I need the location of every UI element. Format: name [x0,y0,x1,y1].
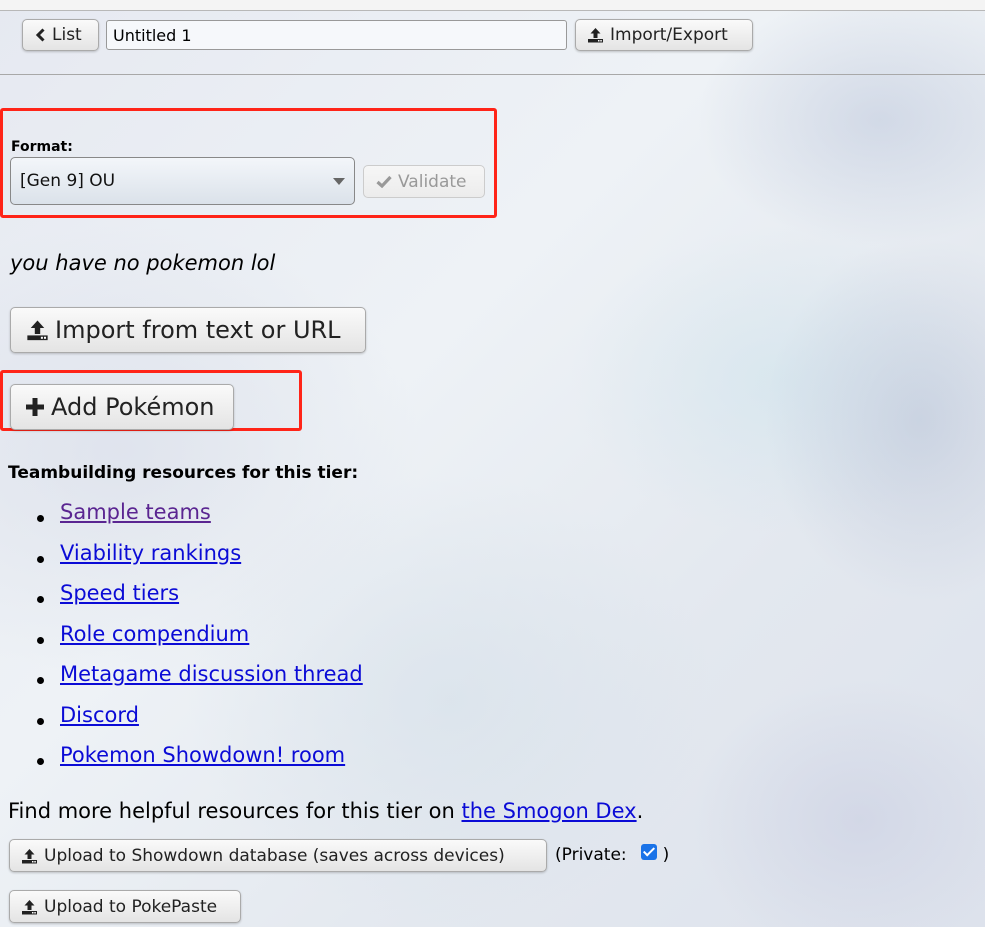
resources-list: Sample teams Viability rankings Speed ti… [0,500,363,784]
list-item: Sample teams [0,500,363,541]
resources-heading: Teambuilding resources for this tier: [8,463,359,483]
upload-icon [26,319,49,341]
chevron-left-icon [35,28,46,42]
empty-team-message: you have no pokemon lol [10,251,276,275]
upload-icon [21,899,38,915]
list-item: Role compendium [0,622,363,663]
sample-teams-link[interactable]: Sample teams [60,500,211,524]
role-compendium-link[interactable]: Role compendium [60,622,249,646]
viability-rankings-link[interactable]: Viability rankings [60,541,241,565]
showdown-room-link[interactable]: Pokemon Showdown! room [60,743,345,767]
add-pokemon-button[interactable]: Add Pokémon [10,384,234,430]
list-button[interactable]: List [22,19,99,51]
list-item: Pokemon Showdown! room [0,743,363,784]
find-more-prefix: Find more helpful resources for this tie… [8,799,462,823]
add-pokemon-label: Add Pokémon [51,393,215,421]
validate-label: Validate [398,171,467,192]
upload-database-button[interactable]: Upload to Showdown database (saves acros… [9,839,547,872]
team-name-input[interactable] [106,20,567,50]
discord-link[interactable]: Discord [60,703,139,727]
list-item: Speed tiers [0,581,363,622]
list-item: Discord [0,703,363,744]
teambuilder-toolbar: List Import/Export [0,11,985,75]
upload-icon [587,27,604,43]
list-button-label: List [52,25,82,45]
format-select[interactable]: [Gen 9] OU [10,157,355,205]
validate-button[interactable]: Validate [363,165,485,198]
smogon-dex-link[interactable]: the Smogon Dex [462,799,637,823]
private-checkbox[interactable] [640,844,657,860]
import-export-label: Import/Export [610,25,728,45]
metagame-discussion-link[interactable]: Metagame discussion thread [60,662,363,686]
private-label: (Private: [555,845,627,865]
plus-icon [25,397,45,417]
speed-tiers-link[interactable]: Speed tiers [60,581,179,605]
import-export-button[interactable]: Import/Export [575,19,753,51]
list-item: Metagame discussion thread [0,662,363,703]
find-more-text: Find more helpful resources for this tie… [8,799,643,823]
format-selected-value: [Gen 9] OU [20,171,116,191]
list-item: Viability rankings [0,541,363,582]
top-strip [0,0,985,11]
private-option: (Private: ) [555,844,670,865]
find-more-suffix: . [636,799,644,823]
upload-pokepaste-button[interactable]: Upload to PokePaste [9,890,241,923]
format-label: Format: [11,139,73,155]
import-from-text-button[interactable]: Import from text or URL [10,307,366,353]
upload-database-label: Upload to Showdown database (saves acros… [44,845,505,866]
import-label: Import from text or URL [55,316,341,344]
checkmark-icon [376,175,392,188]
dropdown-caret-icon [333,178,345,185]
upload-pokepaste-label: Upload to PokePaste [44,896,218,917]
private-close-paren: ) [662,845,670,865]
upload-icon [21,848,38,864]
